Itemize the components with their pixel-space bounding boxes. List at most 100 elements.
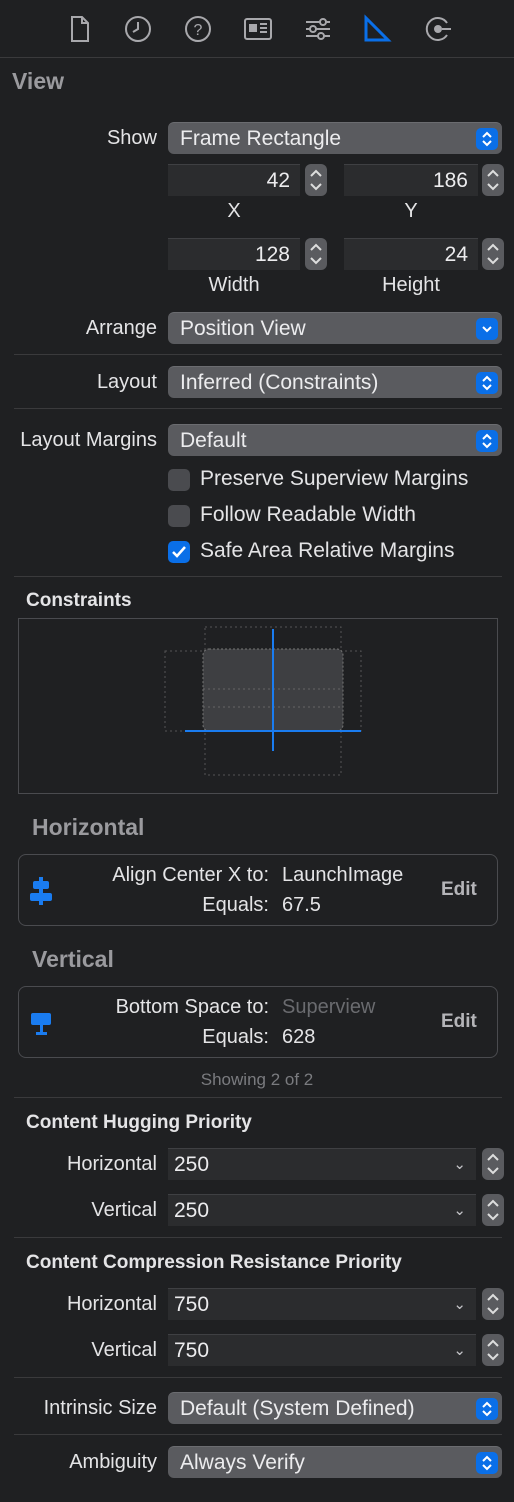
height-field[interactable]: 24 xyxy=(344,238,478,270)
horizontal-title: Horizontal xyxy=(32,814,145,840)
constraint-equals-value: 67.5 xyxy=(282,894,321,916)
sliders-icon[interactable] xyxy=(303,14,333,44)
constraint-label: Align Center X to: xyxy=(112,864,269,886)
hugging-horizontal-stepper[interactable] xyxy=(482,1148,504,1180)
checkmark-icon xyxy=(172,546,186,558)
width-field[interactable]: 128 xyxy=(168,238,300,270)
show-popup-value: Frame Rectangle xyxy=(180,127,342,150)
layout-label: Layout xyxy=(96,371,157,393)
compression-vertical-label: Vertical xyxy=(91,1339,157,1361)
safe-area-margins-label: Safe Area Relative Margins xyxy=(200,539,455,562)
help-icon[interactable]: ? xyxy=(183,14,213,44)
layout-margins-popup[interactable]: Default xyxy=(168,424,502,456)
compression-horizontal-label: Horizontal xyxy=(66,1293,157,1315)
hugging-vertical-combo[interactable]: 250 ⌄ xyxy=(168,1194,476,1226)
chevron-down-icon[interactable]: ⌄ xyxy=(453,1195,466,1227)
hugging-horizontal-label: Horizontal xyxy=(66,1153,157,1175)
ambiguity-popup[interactable]: Always Verify xyxy=(168,1446,502,1478)
compression-horizontal-value: 750 xyxy=(174,1293,210,1316)
chevron-down-icon[interactable]: ⌄ xyxy=(453,1149,466,1181)
arrange-popup-value: Position View xyxy=(180,317,306,340)
chevron-down-icon[interactable]: ⌄ xyxy=(453,1335,466,1367)
vertical-title: Vertical xyxy=(32,946,114,972)
arrange-label: Arrange xyxy=(85,317,157,339)
constraints-diagram[interactable] xyxy=(18,618,498,794)
svg-text:?: ? xyxy=(194,22,203,39)
compression-horizontal-stepper[interactable] xyxy=(482,1288,504,1320)
hugging-vertical-value: 250 xyxy=(174,1199,210,1222)
ambiguity-label: Ambiguity xyxy=(69,1451,157,1473)
edit-button[interactable]: Edit xyxy=(441,879,477,901)
divider xyxy=(14,1377,502,1378)
hugging-title: Content Hugging Priority xyxy=(26,1112,252,1133)
hugging-vertical-stepper[interactable] xyxy=(482,1194,504,1226)
ambiguity-value: Always Verify xyxy=(180,1451,305,1474)
bottom-space-icon xyxy=(31,1013,51,1035)
preserve-superview-margins-checkbox[interactable] xyxy=(168,469,190,491)
chevron-down-icon xyxy=(476,318,498,340)
updown-arrows-icon xyxy=(476,430,498,452)
hugging-horizontal-combo[interactable]: 250 ⌄ xyxy=(168,1148,476,1180)
divider xyxy=(14,576,502,577)
layout-popup-value: Inferred (Constraints) xyxy=(180,371,379,394)
layout-margins-value: Default xyxy=(180,429,247,452)
showing-count: Showing 2 of 2 xyxy=(200,1070,314,1089)
clock-icon[interactable] xyxy=(123,14,153,44)
divider xyxy=(14,354,502,355)
intrinsic-size-popup[interactable]: Default (System Defined) xyxy=(168,1392,502,1424)
layout-popup[interactable]: Inferred (Constraints) xyxy=(168,366,502,398)
chevron-down-icon[interactable]: ⌄ xyxy=(453,1289,466,1321)
height-label: Height xyxy=(382,274,440,296)
intrinsic-size-label: Intrinsic Size xyxy=(43,1397,157,1419)
connections-icon[interactable] xyxy=(423,14,453,44)
compression-vertical-combo[interactable]: 750 ⌄ xyxy=(168,1334,476,1366)
compression-title: Content Compression Resistance Priority xyxy=(26,1252,402,1273)
follow-readable-width-checkbox[interactable] xyxy=(168,505,190,527)
layout-margins-label: Layout Margins xyxy=(20,429,157,451)
divider xyxy=(14,1237,502,1238)
divider xyxy=(14,408,502,409)
follow-readable-width-label: Follow Readable Width xyxy=(200,503,416,526)
show-label: Show xyxy=(106,127,157,149)
arrange-popup[interactable]: Position View xyxy=(168,312,502,344)
id-card-icon[interactable] xyxy=(243,14,273,44)
updown-arrows-icon xyxy=(476,1452,498,1474)
horizontal-constraint-item[interactable]: Align Center X to: LaunchImage Equals: 6… xyxy=(18,854,498,926)
constraint-label: Bottom Space to: xyxy=(115,996,269,1018)
x-field[interactable]: 42 xyxy=(168,164,300,196)
height-stepper[interactable] xyxy=(482,238,504,270)
preserve-superview-margins-label: Preserve Superview Margins xyxy=(200,467,469,490)
y-field[interactable]: 186 xyxy=(344,164,478,196)
align-center-x-icon xyxy=(30,877,52,905)
constraint-target: LaunchImage xyxy=(282,864,404,886)
divider xyxy=(14,1097,502,1098)
compression-vertical-stepper[interactable] xyxy=(482,1334,504,1366)
constraint-equals-value: 628 xyxy=(282,1026,316,1048)
ruler-icon[interactable] xyxy=(362,14,392,44)
constraint-equals-label: Equals: xyxy=(202,894,269,916)
vertical-constraint-item[interactable]: Bottom Space to: Superview Equals: 628 E… xyxy=(18,986,498,1058)
edit-button[interactable]: Edit xyxy=(441,1011,477,1033)
file-icon[interactable] xyxy=(64,14,94,44)
hugging-vertical-label: Vertical xyxy=(91,1199,157,1221)
view-section-title: View xyxy=(12,68,64,94)
safe-area-margins-checkbox[interactable] xyxy=(168,541,190,563)
compression-vertical-value: 750 xyxy=(174,1339,210,1362)
constraint-target: Superview xyxy=(282,996,376,1018)
constraint-equals-label: Equals: xyxy=(202,1026,269,1048)
updown-arrows-icon xyxy=(476,1398,498,1420)
updown-arrows-icon xyxy=(476,372,498,394)
constraints-title: Constraints xyxy=(26,590,132,611)
y-stepper[interactable] xyxy=(482,164,504,196)
width-stepper[interactable] xyxy=(305,238,327,270)
x-label: X xyxy=(227,200,241,222)
divider xyxy=(14,1434,502,1435)
constraint-editor-graphic xyxy=(164,626,362,776)
show-popup[interactable]: Frame Rectangle xyxy=(168,122,502,154)
hugging-horizontal-value: 250 xyxy=(174,1153,210,1176)
updown-arrows-icon xyxy=(476,128,498,150)
compression-horizontal-combo[interactable]: 750 ⌄ xyxy=(168,1288,476,1320)
x-stepper[interactable] xyxy=(305,164,327,196)
y-label: Y xyxy=(404,200,418,222)
intrinsic-size-value: Default (System Defined) xyxy=(180,1397,415,1420)
